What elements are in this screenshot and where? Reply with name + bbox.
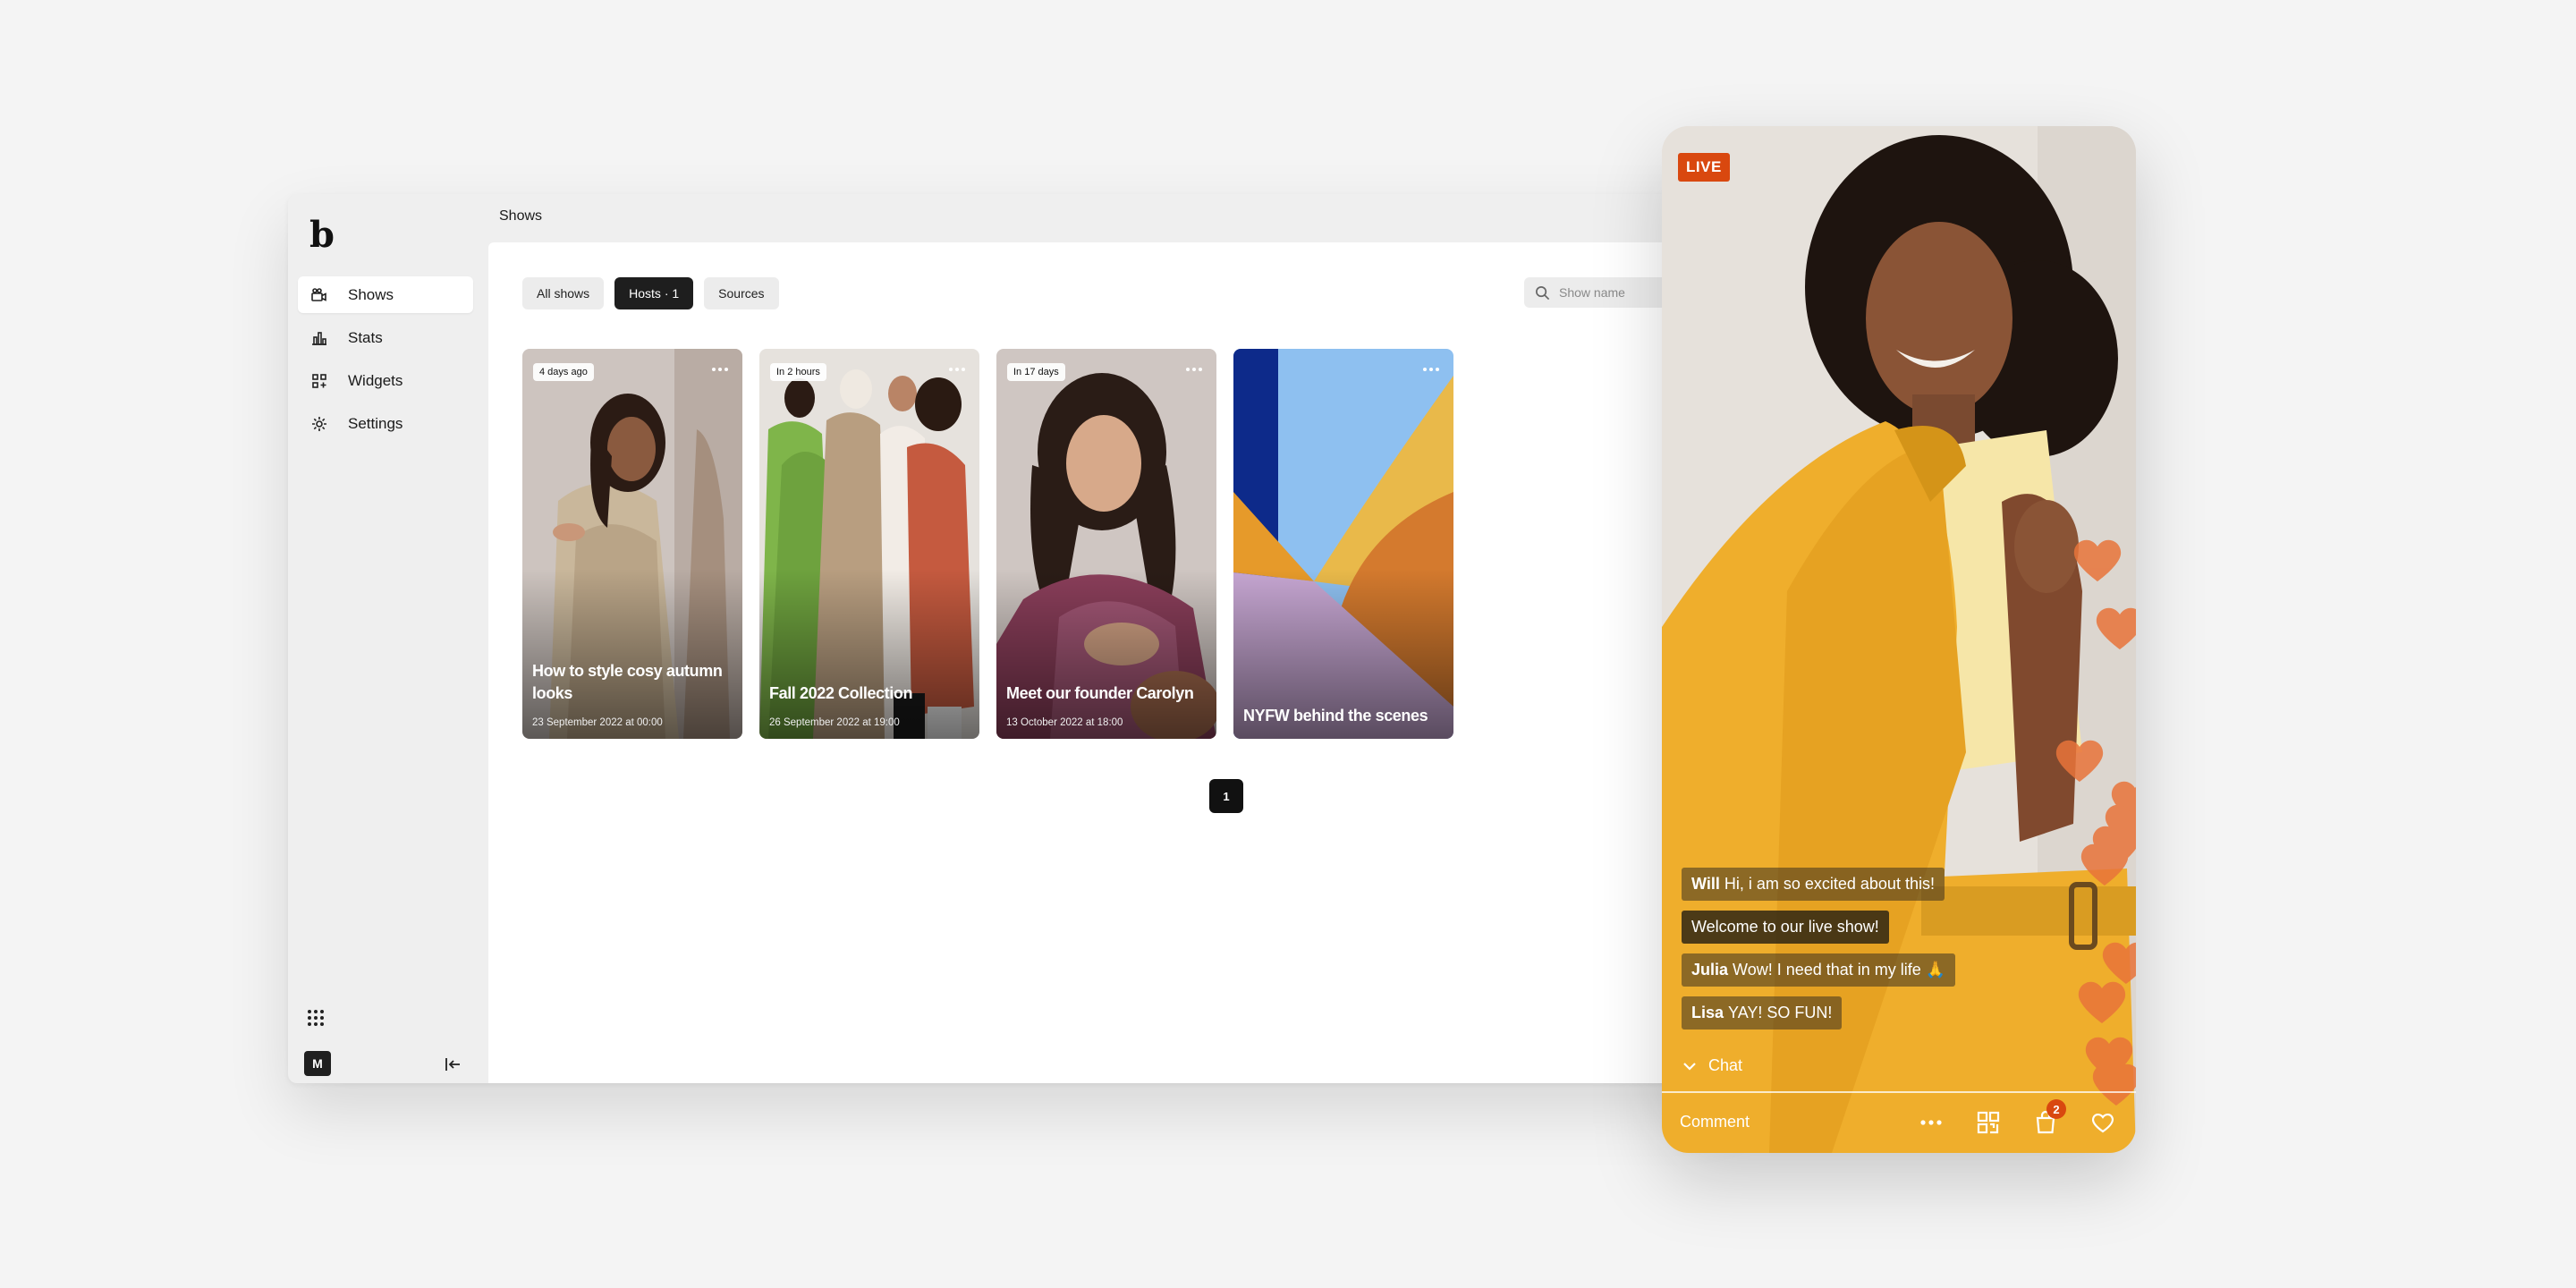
chat-user: Lisa	[1691, 1004, 1724, 1021]
chat-user: Will	[1691, 875, 1720, 893]
divider	[1662, 1091, 2136, 1093]
main-content: All shows Hosts · 1 Sources Show name 4 …	[488, 242, 1737, 1083]
show-card[interactable]: NYFW behind the scenes	[1233, 349, 1453, 739]
filter-all-shows[interactable]: All shows	[522, 277, 605, 309]
card-overlay	[759, 569, 979, 739]
show-title: Meet our founder Carolyn	[1006, 683, 1194, 702]
comment-input[interactable]: Comment	[1680, 1113, 1750, 1131]
chat-user: Julia	[1691, 961, 1729, 979]
more-options-icon[interactable]	[1918, 1109, 1945, 1136]
live-stream-phone: LIVE Will Hi, i am so excited about this!…	[1662, 126, 2136, 1153]
chat-toggle[interactable]: Chat	[1682, 1056, 1742, 1075]
show-card[interactable]: 4 days ago How to style cosy autumn look…	[522, 349, 742, 739]
bar-chart-icon	[310, 329, 328, 347]
filter-hosts[interactable]: Hosts · 1	[614, 277, 694, 309]
chat-text: Hi, i am so excited about this!	[1724, 875, 1935, 893]
sidebar-item-label: Settings	[348, 414, 403, 432]
sidebar-item-label: Stats	[348, 328, 383, 346]
sidebar-item-shows[interactable]: Shows	[298, 276, 473, 313]
heart-icon[interactable]	[2089, 1109, 2116, 1136]
gear-icon	[310, 415, 328, 433]
filter-sources[interactable]: Sources	[704, 277, 779, 309]
cart-count-badge: 2	[2046, 1099, 2066, 1119]
sidebar-nav: Shows Stats Widgets Settings	[298, 276, 473, 448]
search-icon	[1536, 285, 1550, 300]
chat-message: Lisa YAY! SO FUN!	[1682, 996, 1843, 1030]
show-card[interactable]: In 2 hours Fall 2022 Collection 26 Septe…	[759, 349, 979, 739]
sidebar-item-settings[interactable]: Settings	[298, 405, 473, 442]
qr-code-icon[interactable]	[1975, 1109, 2002, 1136]
video-camera-icon	[310, 286, 328, 304]
sidebar-item-stats[interactable]: Stats	[298, 319, 473, 356]
chat-text: Welcome to our live show!	[1691, 918, 1879, 936]
show-date: 13 October 2022 at 18:00	[1006, 717, 1123, 728]
sidebar: b Shows Stats Widgets Settings M	[288, 194, 488, 1083]
dashboard-window: b Shows Stats Widgets Settings M Shows A…	[288, 194, 1737, 1083]
schedule-badge: 4 days ago	[533, 363, 594, 381]
live-badge: LIVE	[1678, 153, 1730, 182]
show-date: 26 September 2022 at 19:00	[769, 717, 900, 728]
chat-message: Will Hi, i am so excited about this!	[1682, 868, 1945, 901]
card-overlay	[522, 569, 742, 739]
more-options-icon[interactable]	[947, 363, 967, 376]
collapse-sidebar-icon[interactable]	[444, 1055, 463, 1074]
chat-message: Welcome to our live show!	[1682, 911, 1889, 944]
card-overlay	[996, 569, 1216, 739]
chevron-down-icon	[1683, 1062, 1696, 1071]
schedule-badge: In 2 hours	[770, 363, 826, 381]
chat-message: Julia Wow! I need that in my life 🙏	[1682, 953, 1956, 987]
avatar[interactable]: M	[304, 1051, 331, 1076]
filter-chips: All shows Hosts · 1 Sources	[522, 277, 779, 309]
chat-text: YAY! SO FUN!	[1728, 1004, 1833, 1021]
page-title: Shows	[499, 208, 543, 224]
chat-text: Wow! I need that in my life 🙏	[1733, 961, 1946, 979]
apps-grid-icon[interactable]	[306, 1008, 326, 1028]
show-date: 23 September 2022 at 00:00	[532, 717, 663, 728]
brand-logo: b	[309, 214, 335, 256]
widgets-icon	[310, 372, 328, 390]
show-title: How to style cosy autumn looks	[532, 661, 723, 702]
show-title: Fall 2022 Collection	[769, 683, 913, 702]
schedule-badge: In 17 days	[1007, 363, 1065, 381]
more-options-icon[interactable]	[1421, 363, 1441, 376]
show-card[interactable]: In 17 days Meet our founder Carolyn 13 O…	[996, 349, 1216, 739]
more-options-icon[interactable]	[710, 363, 730, 376]
sidebar-item-label: Widgets	[348, 371, 403, 389]
chat-messages: Will Hi, i am so excited about this! Welc…	[1682, 868, 1956, 1039]
sidebar-item-label: Shows	[348, 285, 394, 303]
show-title: NYFW behind the scenes	[1243, 706, 1428, 724]
sidebar-item-widgets[interactable]: Widgets	[298, 362, 473, 399]
page-button-current[interactable]: 1	[1209, 779, 1243, 813]
chat-toggle-label: Chat	[1708, 1056, 1743, 1074]
show-grid: 4 days ago How to style cosy autumn look…	[522, 349, 1453, 739]
more-options-icon[interactable]	[1184, 363, 1204, 376]
